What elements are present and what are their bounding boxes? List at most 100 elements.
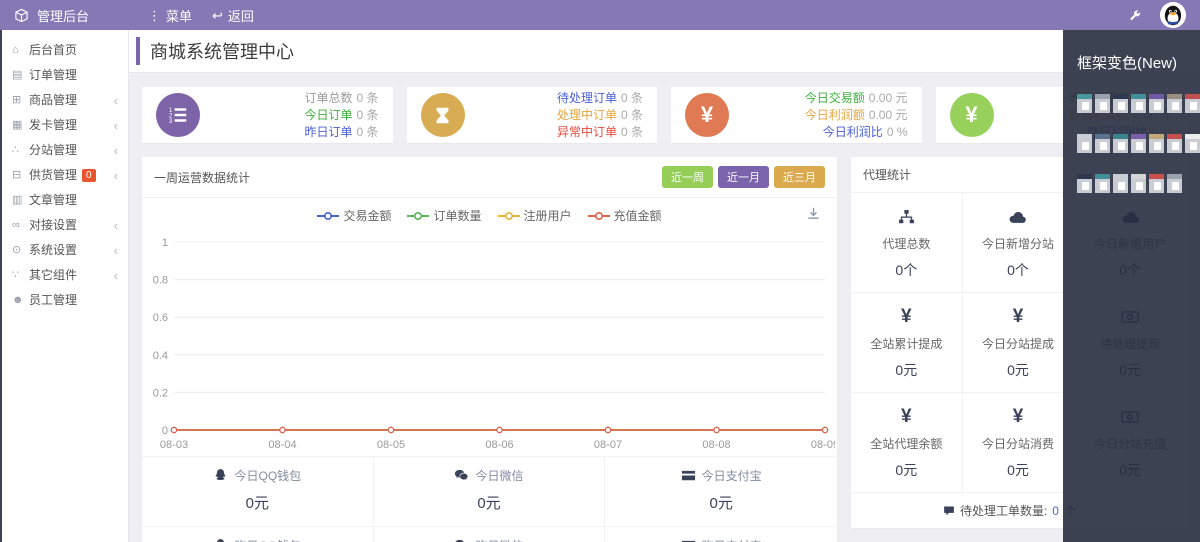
theme-swatch[interactable] — [1113, 134, 1128, 153]
payment-cell: 今日QQ钱包 0元 — [142, 457, 374, 527]
chevron-left-icon: ‹ — [113, 168, 118, 183]
sidebar-item-articles[interactable]: ▥ 文章管理 — [0, 188, 128, 213]
svg-text:0.2: 0.2 — [153, 387, 168, 399]
legend-item[interactable]: 交易金额 — [317, 207, 391, 224]
stat-row: 昨日订单 0 条 — [304, 124, 378, 141]
back-button[interactable]: ↩ 返回 — [212, 6, 254, 25]
theme-swatch[interactable] — [1131, 134, 1146, 153]
sidebar-item-system[interactable]: ⊙ 系统设置 ‹ — [0, 238, 128, 263]
link-icon: ∞ — [12, 219, 20, 231]
stat-card-rows: 待处理订单 0 条处理中订单 0 条异常中订单 0 条 — [557, 90, 643, 141]
agent-stat-label: 代理总数 — [882, 237, 931, 251]
sidebar-item-integration[interactable]: ∞ 对接设置 ‹ — [0, 213, 128, 238]
agent-footer-value: 0 — [1052, 503, 1059, 518]
user-avatar[interactable] — [1160, 2, 1186, 28]
payment-cell: 今日支付宝 0元 — [605, 457, 837, 527]
agent-panel-title: 代理统计 — [863, 168, 912, 182]
legend-item[interactable]: 订单数量 — [407, 207, 482, 224]
stat-row: 今日利润比 0 % — [805, 124, 908, 141]
stat-value: 0 条 — [356, 124, 379, 139]
payment-label: 昨日QQ钱包 — [234, 537, 301, 542]
theme-swatch[interactable] — [1095, 94, 1110, 113]
theme-panel-title: 框架变色(New) — [1077, 55, 1177, 72]
wrench-icon — [1130, 10, 1141, 21]
theme-swatch[interactable] — [1149, 94, 1164, 113]
theme-swatch[interactable] — [1131, 174, 1146, 193]
brand[interactable]: 管理后台 — [0, 6, 128, 25]
chart-panel: 一周运营数据统计 近一周 近一月 近三月 交易金额 订单数量 注册用户 充值金额 0 0.2… — [142, 157, 837, 542]
sidebar-item-card-issue[interactable]: ▦ 发卡管理 ‹ — [0, 113, 128, 138]
theme-swatch[interactable] — [1113, 174, 1128, 193]
back-label: 返回 — [227, 8, 254, 24]
sidebar-item-orders[interactable]: ▤ 订单管理 — [0, 63, 128, 88]
sidebar-item-products[interactable]: ⊞ 商品管理 ‹ — [0, 88, 128, 113]
range-button-quarter[interactable]: 近三月 — [774, 166, 825, 188]
main-content: 商城系统管理中心 1 2 3 订单总数 0 条今日订单 0 条昨日订单 0 条待处理订单 0 … — [128, 30, 1200, 542]
legend-item[interactable]: 注册用户 — [497, 207, 572, 224]
range-button-week[interactable]: 近一周 — [662, 166, 713, 188]
agent-stat-value: 0元 — [1007, 462, 1029, 478]
menu-label: 菜单 — [166, 8, 193, 24]
theme-swatch[interactable] — [1095, 134, 1110, 153]
theme-swatch-row — [1077, 134, 1200, 153]
chevron-left-icon: ‹ — [113, 143, 118, 158]
theme-swatch-row — [1077, 174, 1192, 193]
cart-icon: ⊞ — [12, 94, 22, 106]
range-button-month[interactable]: 近一月 — [718, 166, 769, 188]
stat-row: 今日订单 0 条 — [304, 107, 378, 124]
user-icon: ☻ — [12, 294, 24, 306]
legend-marker-icon — [587, 211, 610, 220]
sidebar-item-label: 文章管理 — [29, 193, 78, 207]
payment-value: 0元 — [245, 495, 269, 512]
theme-swatch[interactable] — [1149, 174, 1164, 193]
chevron-left-icon: ‹ — [113, 268, 118, 283]
range-buttons: 近一周 近一月 近三月 — [662, 166, 825, 188]
sidebar-item-label: 分站管理 — [29, 143, 78, 157]
svg-text:08-08: 08-08 — [702, 439, 730, 451]
theme-swatch[interactable] — [1095, 174, 1110, 193]
menu-button[interactable]: ⋮ 菜单 — [148, 6, 192, 25]
theme-swatch[interactable] — [1185, 134, 1200, 153]
stat-label: 今日利润额 — [804, 107, 865, 122]
theme-swatch[interactable] — [1077, 134, 1092, 153]
wrench-settings-button[interactable] — [1128, 8, 1142, 22]
sidebar-item-staff[interactable]: ☻ 员工管理 — [0, 288, 128, 313]
stat-row: 今日交易额 0.00 元 — [805, 90, 908, 107]
sidebar-item-components[interactable]: ∵ 其它组件 ‹ — [0, 263, 128, 288]
agent-stat-cell: ¥ 全站代理余额 0元 — [851, 393, 963, 493]
sidebar-item-supply[interactable]: ⊟ 供货管理 0 ‹ — [0, 163, 128, 188]
sidebar-item-label: 其它组件 — [29, 268, 78, 282]
theme-color-panel: 框架变色(New) — [1063, 30, 1200, 542]
stat-label: 待处理订单 — [556, 90, 617, 105]
agent-stat-label: 今日新增分站 — [981, 237, 1054, 251]
sidebar-item-label: 供货管理 — [29, 168, 78, 182]
legend-marker-icon — [317, 211, 340, 220]
sidebar-item-label: 对接设置 — [29, 218, 78, 232]
download-icon[interactable] — [806, 206, 821, 226]
payment-label: 今日微信 — [475, 469, 524, 483]
payment-value: 0元 — [477, 495, 501, 512]
legend-label: 订单数量 — [433, 209, 482, 223]
theme-swatch[interactable] — [1113, 94, 1128, 113]
theme-swatch[interactable] — [1185, 94, 1200, 113]
theme-swatch[interactable] — [1077, 94, 1092, 113]
chevron-left-icon: ‹ — [113, 93, 118, 108]
legend-item[interactable]: 充值金额 — [587, 207, 662, 224]
home-icon: ⌂ — [12, 44, 19, 56]
agent-stat-cell: 代理总数 0个 — [851, 193, 963, 293]
theme-swatch[interactable] — [1167, 94, 1182, 113]
sidebar-item-substations[interactable]: ∴ 分站管理 ‹ — [0, 138, 128, 163]
theme-swatch[interactable] — [1077, 174, 1092, 193]
sidebar-item-label: 员工管理 — [29, 293, 78, 307]
wechat-icon — [454, 468, 469, 483]
sidebar-item-home[interactable]: ⌂ 后台首页 — [0, 38, 128, 63]
theme-swatch[interactable] — [1131, 94, 1146, 113]
theme-swatch[interactable] — [1167, 174, 1182, 193]
stat-label: 昨日订单 — [304, 124, 353, 139]
theme-swatch[interactable] — [1167, 134, 1182, 153]
agent-stat-cell: ¥ 全站累计提成 0元 — [851, 293, 963, 393]
theme-swatch[interactable] — [1149, 134, 1164, 153]
agent-stat-value: 0元 — [895, 462, 918, 478]
payment-label: 今日QQ钱包 — [234, 469, 302, 483]
svg-text:0: 0 — [162, 425, 168, 437]
